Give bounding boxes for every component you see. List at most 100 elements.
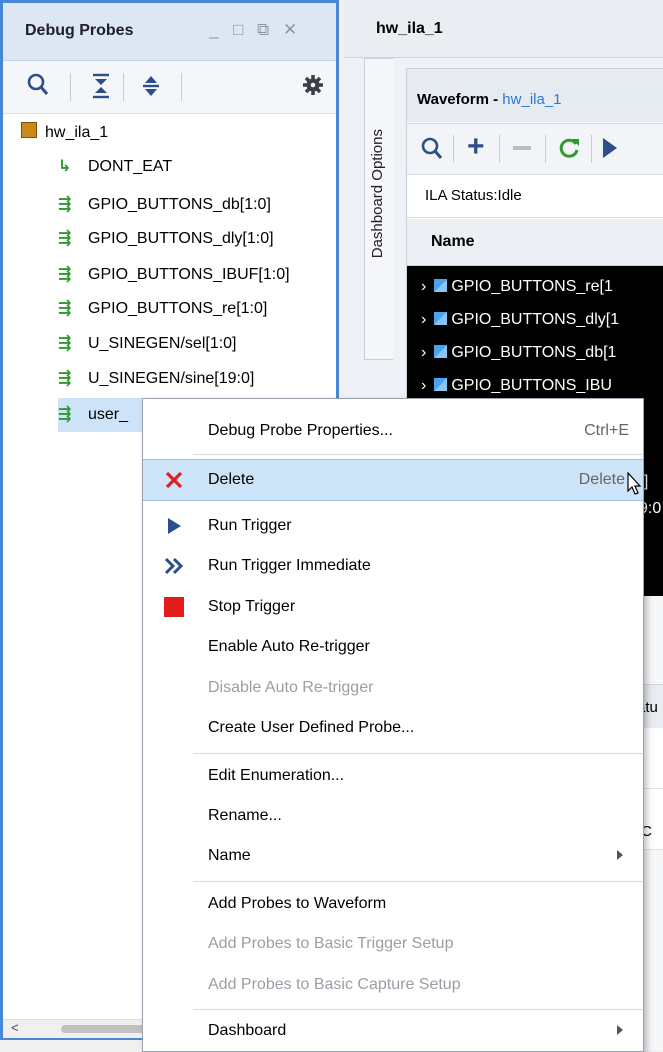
menu-item-delete[interactable]: Delete Delete [143, 459, 643, 501]
bus-probe-icon: ⇶ [58, 300, 72, 317]
close-icon[interactable]: ✕ [283, 20, 297, 40]
refresh-icon[interactable] [559, 136, 581, 165]
tree-root[interactable]: hw_ila_1 [21, 116, 108, 150]
toolbar-divider [453, 135, 454, 163]
menu-item-shortcut: Ctrl+E [584, 422, 629, 439]
expand-chevron-icon[interactable]: › [421, 278, 426, 295]
tree-item[interactable]: ⇶ GPIO_BUTTONS_IBUF[1:0] [58, 258, 290, 292]
submenu-arrow-icon [617, 1025, 623, 1035]
menu-item-label: Run Trigger Immediate [208, 557, 371, 574]
tree-item-label: U_SINEGEN/sel[1:0] [88, 335, 237, 352]
maximize-icon[interactable]: □ [233, 20, 243, 40]
bus-probe-icon: ⇶ [58, 335, 72, 352]
collapse-all-icon[interactable] [91, 73, 111, 104]
bus-probe-icon: ⇶ [58, 230, 72, 247]
expand-chevron-icon[interactable]: › [421, 377, 426, 394]
waveform-row-label: GPIO_BUTTONS_db[1 [451, 344, 617, 361]
run-trigger-icon[interactable] [603, 138, 617, 158]
toolbar-divider [545, 135, 546, 163]
menu-item-run-trigger-immediate[interactable]: Run Trigger Immediate [143, 546, 643, 586]
tree-item-label: U_SINEGEN/sine[19:0] [88, 370, 255, 387]
menu-separator [193, 1009, 643, 1010]
panel-title: hw_ila_1 [376, 20, 443, 37]
menu-item-stop-trigger[interactable]: Stop Trigger [143, 587, 643, 627]
tree-item-label: GPIO_BUTTONS_dly[1:0] [88, 230, 274, 247]
scrollbar-thumb[interactable] [61, 1025, 151, 1033]
menu-item-dashboard[interactable]: Dashboard [143, 1011, 643, 1051]
tree-item[interactable]: ⇶ GPIO_BUTTONS_dly[1:0] [58, 222, 274, 256]
menu-item-label: Rename... [208, 807, 282, 824]
menu-item-disable-auto-retrigger: Disable Auto Re-trigger [143, 668, 643, 708]
toolbar-divider [499, 135, 500, 163]
scroll-left-icon[interactable]: < [11, 1020, 19, 1035]
waveform-title: Waveform - hw_ila_1 [417, 91, 562, 108]
tree-item-label: GPIO_BUTTONS_IBUF[1:0] [88, 266, 290, 283]
menu-item-run-trigger[interactable]: Run Trigger [143, 506, 643, 546]
expand-chevron-icon[interactable]: › [421, 311, 426, 328]
waveform-toolbar: + [407, 123, 663, 175]
waveform-row[interactable]: › GPIO_BUTTONS_db[1 [421, 337, 616, 369]
tree-root-label: hw_ila_1 [45, 124, 109, 141]
menu-item-label: Edit Enumeration... [208, 767, 345, 784]
menu-item-name[interactable]: Name [143, 836, 643, 876]
ila-status: ILA Status:Idle [425, 187, 522, 204]
dashboard-options-tab[interactable]: Dashboard Options [364, 58, 393, 360]
menu-separator [193, 454, 643, 455]
remove-icon[interactable] [513, 146, 531, 150]
menu-item-label: Add Probes to Basic Capture Setup [208, 976, 461, 993]
panel-header: Debug Probes _ □ ⧉ ✕ [3, 3, 336, 61]
waveform-row[interactable]: › GPIO_BUTTONS_dly[1 [421, 304, 619, 336]
bus-signal-icon [434, 279, 448, 292]
panel-title: Debug Probes [25, 22, 134, 39]
search-icon[interactable] [27, 73, 49, 102]
tree-item-label: GPIO_BUTTONS_re[1:0] [88, 300, 268, 317]
add-icon[interactable]: + [467, 130, 485, 164]
menu-item-debug-probe-properties[interactable]: Debug Probe Properties... Ctrl+E [143, 411, 643, 451]
tree-item-label: GPIO_BUTTONS_db[1:0] [88, 196, 271, 213]
tree-item-label: DONT_EAT [88, 158, 173, 175]
tree-item[interactable]: ⇶ U_SINEGEN/sine[19:0] [58, 362, 254, 396]
mouse-cursor-icon [627, 471, 643, 501]
ila-status-bar: ILA Status:Idle [407, 175, 663, 218]
bus-probe-icon: ⇶ [58, 196, 72, 213]
tree-item[interactable]: ⇶ GPIO_BUTTONS_re[1:0] [58, 292, 267, 326]
waveform-title-prefix: Waveform - [417, 91, 503, 108]
menu-item-add-probes-to-waveform[interactable]: Add Probes to Waveform [143, 884, 643, 924]
minimize-icon[interactable]: _ [209, 20, 218, 40]
tree-item-label: user_ [88, 406, 129, 423]
name-column-header[interactable]: Name [407, 219, 663, 266]
restore-icon[interactable]: ⧉ [257, 20, 269, 40]
menu-item-rename[interactable]: Rename... [143, 796, 643, 836]
tree-item[interactable]: ⇶ U_SINEGEN/sel[1:0] [58, 327, 237, 361]
name-header-label: Name [431, 233, 475, 250]
context-menu: Debug Probe Properties... Ctrl+E Delete … [142, 398, 644, 1052]
expand-chevron-icon[interactable]: › [421, 344, 426, 361]
probe-icon: ↳ [58, 158, 72, 175]
probes-toolbar [3, 61, 336, 114]
bus-signal-icon [434, 378, 448, 391]
waveform-row[interactable]: › GPIO_BUTTONS_re[1 [421, 271, 613, 303]
waveform-title-link[interactable]: hw_ila_1 [502, 91, 561, 108]
menu-item-label: Debug Probe Properties... [208, 422, 393, 439]
menu-item-label: Create User Defined Probe... [208, 719, 415, 736]
menu-item-add-probes-basic-trigger: Add Probes to Basic Trigger Setup [143, 924, 643, 964]
menu-item-create-user-defined-probe[interactable]: Create User Defined Probe... [143, 708, 643, 748]
menu-item-add-probes-basic-capture: Add Probes to Basic Capture Setup [143, 965, 643, 1005]
menu-item-label: Stop Trigger [208, 598, 296, 615]
menu-item-label: Delete [208, 471, 255, 488]
zoom-icon[interactable] [421, 137, 443, 166]
bus-probe-icon: ⇶ [58, 370, 72, 387]
menu-item-enable-auto-retrigger[interactable]: Enable Auto Re-trigger [143, 627, 643, 667]
menu-separator [193, 753, 643, 754]
tree-item[interactable]: ↳ DONT_EAT [58, 150, 172, 184]
ila-core-icon [21, 122, 37, 138]
gear-icon[interactable] [303, 75, 323, 100]
menu-item-label: Enable Auto Re-trigger [208, 638, 370, 655]
waveform-row-label: GPIO_BUTTONS_IBU [451, 377, 612, 394]
menu-item-label: Dashboard [208, 1022, 287, 1039]
tree-item[interactable]: ⇶ GPIO_BUTTONS_db[1:0] [58, 188, 271, 222]
bus-probe-icon: ⇶ [58, 266, 72, 283]
expand-icon[interactable] [141, 73, 161, 104]
menu-item-label: Run Trigger [208, 517, 292, 534]
menu-item-edit-enumeration[interactable]: Edit Enumeration... [143, 756, 643, 796]
